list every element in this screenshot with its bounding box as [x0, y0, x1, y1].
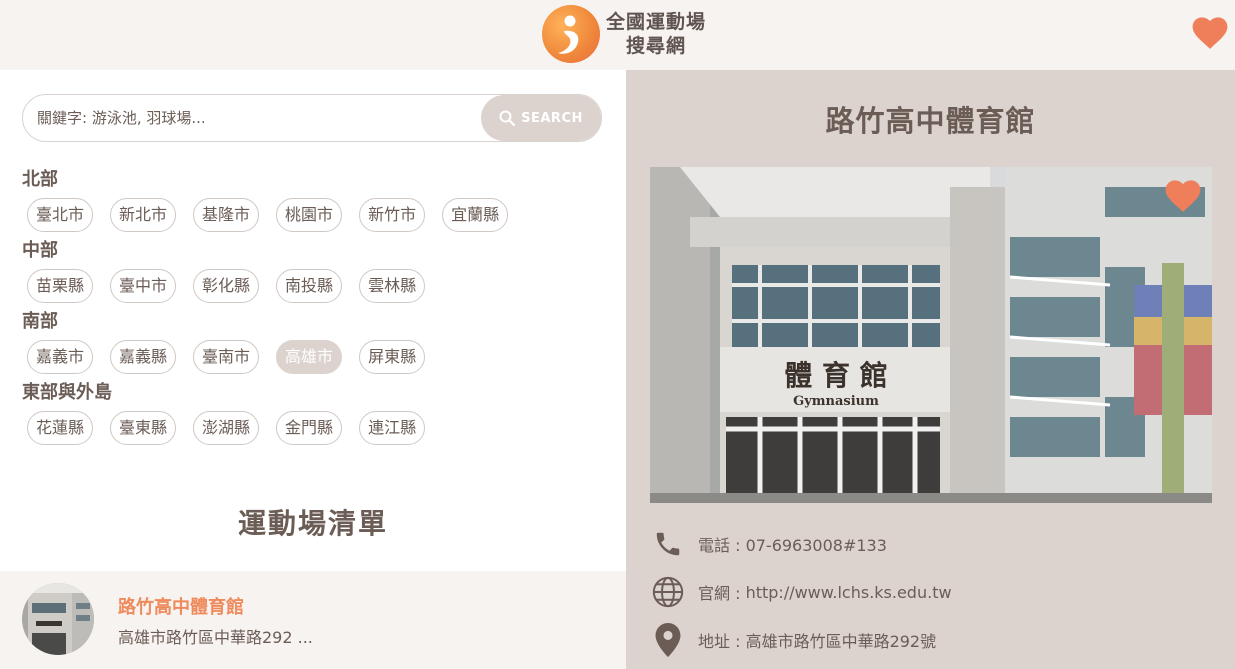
city-chip[interactable]: 彰化縣: [193, 269, 260, 303]
photo-sign-english: Gymnasium: [793, 394, 879, 409]
search-button-label: SEARCH: [521, 110, 583, 126]
city-chip-selected[interactable]: 高雄市: [276, 340, 343, 374]
phone-text: 電話 : 07-6963008#133: [698, 536, 887, 555]
search-input[interactable]: [37, 95, 477, 141]
left-panel: SEARCH 北部 臺北市 新北市 基隆市 桃園市 新竹市 宜蘭縣 中部 苗栗縣…: [0, 70, 626, 669]
phone-row: 電話 : 07-6963008#133: [650, 526, 887, 562]
venue-list-title: 運動場清單: [237, 507, 388, 540]
address-text: 地址 : 高雄市路竹區中華路292號: [698, 632, 937, 651]
globe-icon: [650, 574, 686, 610]
logo-line-1: 全國運動場: [606, 11, 707, 33]
city-chips-central: 苗栗縣 臺中市 彰化縣 南投縣 雲林縣: [22, 263, 612, 310]
region-filter: 北部 臺北市 新北市 基隆市 桃園市 新竹市 宜蘭縣 中部 苗栗縣 臺中市 彰化…: [22, 168, 612, 452]
city-chips-east-islands: 花蓮縣 臺東縣 澎湖縣 金門縣 連江縣: [22, 405, 612, 452]
city-chip[interactable]: 宜蘭縣: [442, 198, 509, 232]
city-chip[interactable]: 嘉義市: [27, 340, 94, 374]
city-chips-north: 臺北市 新北市 基隆市 桃園市 新竹市 宜蘭縣: [22, 192, 612, 239]
city-chip[interactable]: 基隆市: [193, 198, 260, 232]
region-title-east-islands: 東部與外島: [22, 382, 112, 403]
top-header: 全國運動場 搜尋網: [0, 0, 1235, 70]
venue-photo: 體 育 館 Gymnasium: [650, 167, 1212, 503]
region-title-central: 中部: [22, 240, 58, 261]
favorite-heart-icon[interactable]: [1164, 179, 1202, 213]
venue-name: 路竹高中體育館: [118, 597, 244, 618]
city-chip[interactable]: 金門縣: [276, 411, 343, 445]
logo-text: 全國運動場 搜尋網: [606, 10, 706, 58]
phone-icon: [650, 526, 686, 562]
photo-sign-chinese: 體 育 館: [784, 359, 888, 392]
city-chip[interactable]: 南投縣: [276, 269, 343, 303]
gymnasium-photo: 體 育 館 Gymnasium: [650, 167, 1212, 503]
city-chip[interactable]: 臺南市: [193, 340, 260, 374]
city-chip[interactable]: 連江縣: [359, 411, 426, 445]
venue-address: 高雄市路竹區中華路292 ...: [118, 628, 313, 647]
detail-panel: 路竹高中體育館 體 育 館 Gymnasium 電話: 07-6963008#…: [626, 70, 1235, 669]
city-chip[interactable]: 桃園市: [276, 198, 343, 232]
venue-list-item[interactable]: 路竹高中體育館 高雄市路竹區中華路292 ...: [0, 571, 626, 669]
logo-runner-icon: [542, 5, 600, 63]
region-title-south: 南部: [22, 311, 58, 332]
city-chip[interactable]: 澎湖縣: [193, 411, 260, 445]
city-chip[interactable]: 嘉義縣: [110, 340, 177, 374]
city-chip[interactable]: 雲林縣: [359, 269, 426, 303]
website-link[interactable]: http://www.lchs.ks.edu.tw: [746, 583, 952, 602]
region-title-north: 北部: [22, 169, 58, 190]
city-chip[interactable]: 臺東縣: [110, 411, 177, 445]
city-chip[interactable]: 新竹市: [359, 198, 426, 232]
search-button[interactable]: SEARCH: [481, 95, 601, 141]
address-row: 地址 : 高雄市路竹區中華路292號: [650, 622, 936, 658]
website-prefix: 官網 :: [698, 584, 746, 603]
venue-thumbnail: [22, 583, 94, 655]
search-bar: SEARCH: [22, 94, 602, 142]
logo-line-2: 搜尋網: [626, 35, 687, 57]
city-chip[interactable]: 花蓮縣: [27, 411, 94, 445]
site-logo[interactable]: 全國運動場 搜尋網: [542, 5, 706, 63]
city-chips-south: 嘉義市 嘉義縣 臺南市 高雄市 屏東縣: [22, 334, 612, 381]
detail-title: 路竹高中體育館: [825, 104, 1036, 138]
city-chip[interactable]: 新北市: [110, 198, 177, 232]
city-chip[interactable]: 臺北市: [27, 198, 94, 232]
city-chip[interactable]: 苗栗縣: [27, 269, 94, 303]
website-row: 官網 : http://www.lchs.ks.edu.tw: [650, 574, 952, 610]
city-chip[interactable]: 屏東縣: [359, 340, 426, 374]
city-chip[interactable]: 臺中市: [110, 269, 177, 303]
favorites-heart-icon[interactable]: [1191, 16, 1229, 50]
map-pin-icon: [650, 622, 686, 658]
search-icon: [499, 110, 516, 126]
